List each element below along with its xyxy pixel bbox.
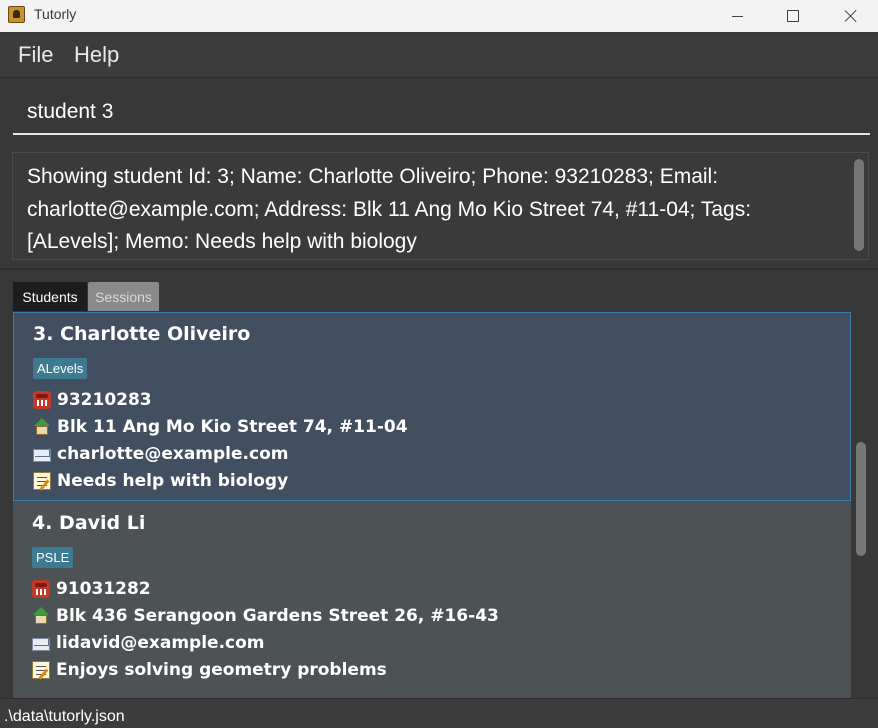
memo-icon <box>32 661 50 679</box>
student-card[interactable]: 4. David Li PSLE 91031282 Blk 436 Serang… <box>13 502 851 691</box>
email-row: lidavid@example.com <box>32 631 265 655</box>
phone-row: 93210283 <box>33 388 152 412</box>
result-text: Showing student Id: 3; Name: Charlotte O… <box>27 165 752 253</box>
app-icon <box>8 6 25 23</box>
memo-icon <box>33 472 51 490</box>
window-title-bar: Tutorly <box>0 0 878 32</box>
tab-sessions[interactable]: Sessions <box>88 282 159 311</box>
data-file-path: .\data\tutorly.json <box>4 708 125 725</box>
student-phone: 91031282 <box>56 579 151 599</box>
maximize-icon <box>787 10 799 22</box>
student-memo: Needs help with biology <box>57 471 289 491</box>
student-name: 3. Charlotte Oliveiro <box>33 323 251 345</box>
maximize-button[interactable] <box>770 0 816 32</box>
command-input[interactable] <box>13 91 870 135</box>
memo-row: Needs help with biology <box>33 469 288 493</box>
student-tag: ALevels <box>33 358 88 379</box>
phone-row: 91031282 <box>32 577 151 601</box>
student-list: 3. Charlotte Oliveiro ALevels 93210283 B… <box>13 312 851 698</box>
minimize-button[interactable] <box>714 0 760 32</box>
tab-students[interactable]: Students <box>13 282 87 311</box>
list-scrollbar[interactable] <box>856 442 866 556</box>
student-email: lidavid@example.com <box>56 633 265 653</box>
result-scrollbar[interactable] <box>854 159 864 251</box>
memo-row: Enjoys solving geometry problems <box>32 658 387 682</box>
mail-icon <box>33 448 51 462</box>
window-title: Tutorly <box>34 6 77 22</box>
result-display-area: Showing student Id: 3; Name: Charlotte O… <box>0 146 878 270</box>
minimize-icon <box>731 15 743 17</box>
command-box <box>0 78 878 146</box>
menu-help[interactable]: Help <box>74 42 119 68</box>
student-tag: PSLE <box>32 547 74 568</box>
tab-pane: Students Sessions 3. Charlotte Oliveiro … <box>0 270 878 698</box>
address-row: Blk 436 Serangoon Gardens Street 26, #16… <box>32 604 499 628</box>
result-display: Showing student Id: 3; Name: Charlotte O… <box>12 152 869 260</box>
close-button[interactable] <box>828 0 874 32</box>
student-address: Blk 436 Serangoon Gardens Street 26, #16… <box>56 606 499 626</box>
status-bar: .\data\tutorly.json <box>0 698 878 728</box>
house-icon <box>33 418 51 436</box>
menu-bar: File Help <box>0 33 878 78</box>
student-address: Blk 11 Ang Mo Kio Street 74, #11-04 <box>57 417 408 437</box>
email-row: charlotte@example.com <box>33 442 288 466</box>
menu-file[interactable]: File <box>18 42 53 68</box>
mail-icon <box>32 637 50 651</box>
phone-icon <box>32 580 50 598</box>
student-memo: Enjoys solving geometry problems <box>56 660 387 680</box>
address-row: Blk 11 Ang Mo Kio Street 74, #11-04 <box>33 415 408 439</box>
student-email: charlotte@example.com <box>57 444 289 464</box>
phone-icon <box>33 391 51 409</box>
student-phone: 93210283 <box>57 390 152 410</box>
student-card[interactable]: 3. Charlotte Oliveiro ALevels 93210283 B… <box>13 312 851 501</box>
student-name: 4. David Li <box>32 512 146 534</box>
close-icon <box>844 9 858 23</box>
house-icon <box>32 607 50 625</box>
